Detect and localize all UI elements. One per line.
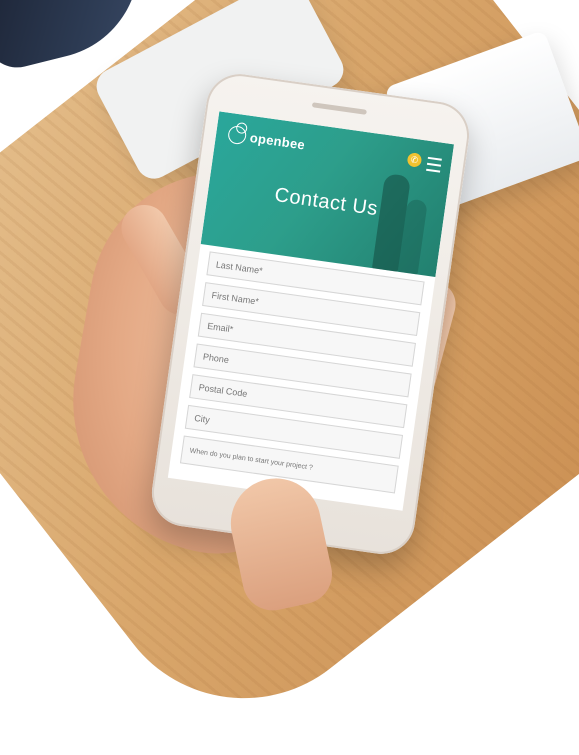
page-title: Contact Us [273,183,380,221]
field-placeholder: Last Name* [215,259,264,276]
field-placeholder: Postal Code [198,382,248,399]
field-placeholder: Phone [202,351,230,366]
field-placeholder: City [193,412,211,425]
openbee-logo[interactable]: openbee [227,124,307,154]
hamburger-menu-icon[interactable] [426,156,442,173]
field-placeholder: When do you plan to start your project ? [189,447,314,472]
bee-logo-icon [227,124,248,146]
brand-name: openbee [249,129,307,153]
phone-speaker [311,102,367,115]
contact-form: Last Name* First Name* Email* Phone Post… [168,244,435,508]
phone-screen: openbee ✆ Contact Us Last Name* First Na… [167,111,455,511]
field-placeholder: Email* [206,320,234,335]
field-placeholder: First Name* [210,290,260,307]
phone-icon[interactable]: ✆ [406,152,423,168]
